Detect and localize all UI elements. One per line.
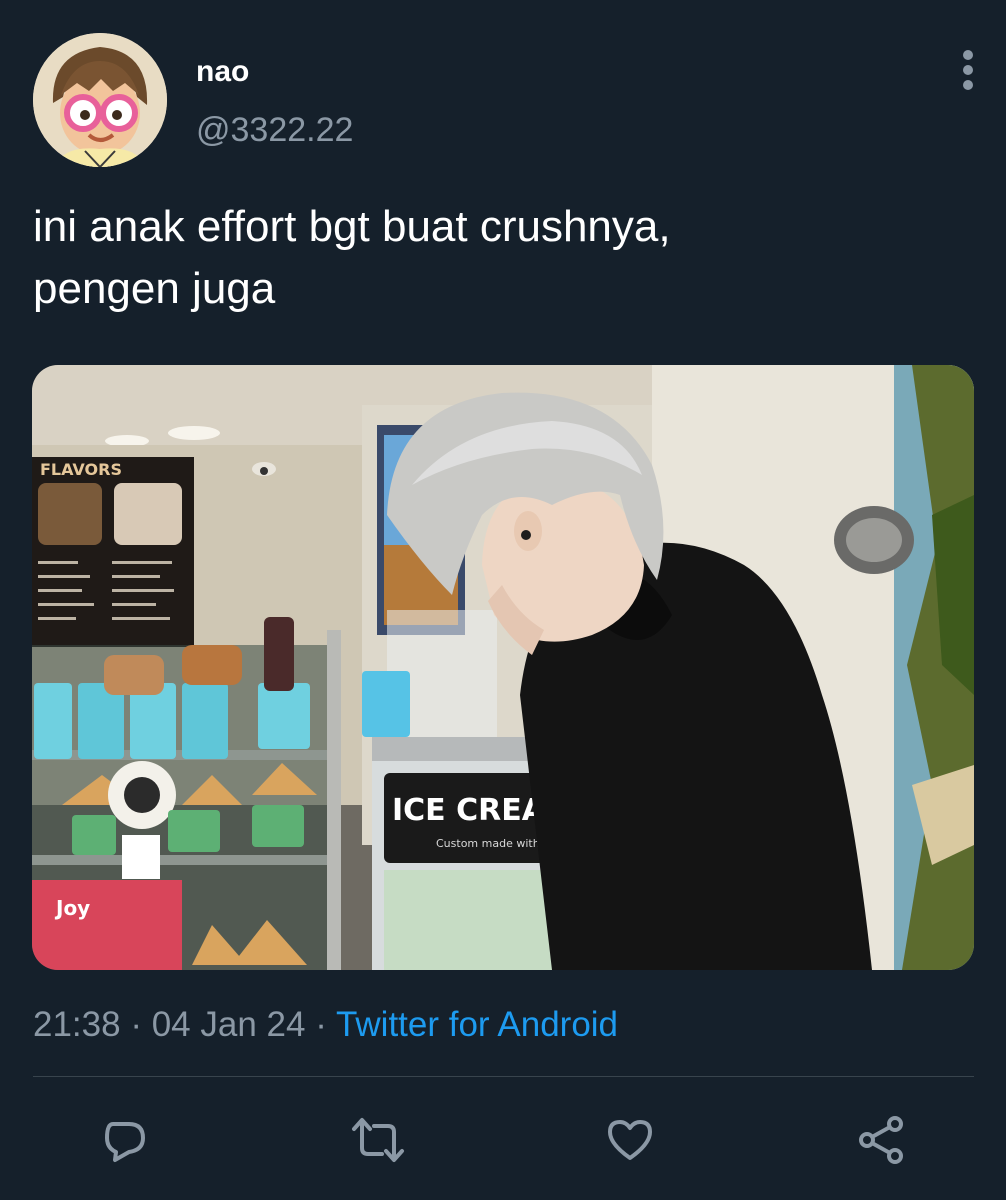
- counter-sign: ICE CREA: [392, 793, 546, 828]
- reply-icon: [105, 1122, 145, 1162]
- like-button[interactable]: [602, 1112, 658, 1168]
- retweet-button[interactable]: [350, 1112, 406, 1168]
- share-button[interactable]: [853, 1112, 909, 1168]
- tweet-detail: nao @3322.22 ini anak effort bgt buat cr…: [0, 0, 1006, 1200]
- tweet-meta: 21:38 · 04 Jan 24 · Twitter for Android: [33, 1004, 618, 1046]
- retweet-icon: [352, 1118, 404, 1162]
- tweet-time: 21:38: [33, 1005, 121, 1044]
- meta-separator: ·: [130, 1005, 142, 1044]
- tweet-photo[interactable]: FLAVORS Joy ICE CREA Custom made with yo…: [32, 365, 974, 970]
- meta-separator: ·: [315, 1005, 327, 1044]
- avatar[interactable]: [33, 33, 167, 167]
- author-display-name[interactable]: nao: [196, 54, 249, 90]
- tweet-text: ini anak effort bgt buat crushnya, penge…: [33, 202, 671, 313]
- divider: [33, 1076, 974, 1077]
- more-options-button[interactable]: [948, 46, 988, 96]
- like-icon: [608, 1120, 652, 1160]
- more-vertical-icon: [963, 50, 973, 90]
- share-icon: [859, 1116, 903, 1164]
- author-handle[interactable]: @3322.22: [196, 110, 353, 150]
- tweet-date: 04 Jan 24: [151, 1005, 306, 1044]
- tweet-source-link[interactable]: Twitter for Android: [336, 1005, 618, 1044]
- cone-brand-logo: Joy: [54, 896, 90, 920]
- reply-button[interactable]: [97, 1112, 153, 1168]
- menu-board-title: FLAVORS: [40, 460, 122, 479]
